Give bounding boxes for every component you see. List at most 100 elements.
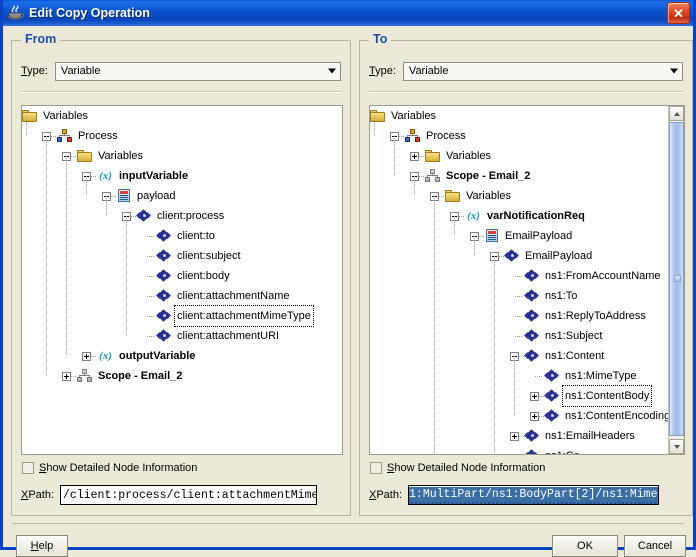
scrollbar-thumb[interactable]: [669, 122, 684, 436]
element-icon: [155, 328, 172, 342]
window-title: Edit Copy Operation: [29, 6, 150, 20]
expand-toggle-icon[interactable]: [530, 391, 539, 401]
to-tree-scrollbar[interactable]: [668, 106, 684, 454]
tree-node-label-selected: ns1:ContentBody: [561, 385, 653, 407]
tree-node[interactable]: client:process: [22, 206, 342, 226]
tree-guide-line: [494, 256, 495, 454]
to-show-detailed-checkbox-row[interactable]: Show Detailed Node Information: [370, 462, 545, 474]
tree-node[interactable]: client:attachmentURI: [22, 326, 342, 346]
tree-guide-line: [66, 156, 67, 356]
expand-toggle-icon[interactable]: [82, 351, 91, 361]
to-tree-scroll: Variables Process Variables Scope - Email_2…: [370, 106, 668, 454]
from-type-select[interactable]: Variable: [54, 61, 341, 81]
tree-node[interactable]: (x) varNotificationReq: [370, 206, 668, 226]
from-xpath-input[interactable]: /client:process/client:attachmentMimeTyp: [60, 485, 318, 505]
tree-node[interactable]: client:attachmentName: [22, 286, 342, 306]
tree-connector: [535, 375, 543, 377]
close-icon[interactable]: ✕: [667, 2, 690, 24]
tree-node-label: client:to: [177, 230, 215, 242]
help-button[interactable]: Help: [16, 535, 68, 557]
from-tree[interactable]: Variables Process Variables (x) inputVariabl…: [21, 105, 343, 455]
variable-icon: (x): [99, 170, 112, 182]
element-icon: [523, 268, 540, 282]
from-type-value: Variable: [60, 65, 101, 77]
tree-node-label: client:process: [157, 210, 225, 222]
from-show-detailed-checkbox-row[interactable]: Show Detailed Node Information: [22, 462, 197, 474]
help-button-label: Help: [30, 540, 54, 552]
tree-node[interactable]: ns1:FromAccountName: [370, 266, 668, 286]
tree-node-label: Scope - Email_2: [98, 370, 183, 382]
expand-toggle-icon[interactable]: [410, 151, 419, 161]
expand-toggle-icon[interactable]: [62, 371, 71, 381]
tree-node[interactable]: Variables: [22, 106, 342, 126]
to-tree[interactable]: Variables Process Variables Scope - Email_2…: [369, 105, 685, 455]
from-show-detailed-checkbox[interactable]: [22, 462, 34, 474]
tree-connector: [147, 295, 155, 297]
tree-node[interactable]: client:body: [22, 266, 342, 286]
to-type-select[interactable]: Variable: [402, 61, 683, 81]
element-icon: [543, 368, 560, 382]
tree-node[interactable]: Scope - Email_2: [22, 366, 342, 386]
tree-node[interactable]: Variables: [22, 146, 342, 166]
element-icon: [543, 388, 560, 402]
chevron-down-icon: [670, 68, 678, 74]
tree-node[interactable]: Process: [22, 126, 342, 146]
element-icon: [543, 408, 560, 422]
from-type-row: Type: Variable: [21, 61, 341, 81]
tree-connector: [515, 335, 523, 337]
tree-guide-line: [394, 136, 395, 176]
folder-icon: [445, 189, 461, 203]
tree-guide-line: [474, 236, 475, 256]
tree-node-label: Process: [426, 130, 466, 142]
tree-node[interactable]: (x) inputVariable: [22, 166, 342, 186]
expand-toggle-icon[interactable]: [530, 411, 539, 421]
to-xpath-input[interactable]: 1:MultiPart/ns1:BodyPart[2]/ns1:MimeType: [408, 485, 660, 505]
tree-node[interactable]: client:to: [22, 226, 342, 246]
ok-button[interactable]: OK: [552, 535, 618, 557]
tree-node-label: client:subject: [177, 250, 241, 262]
tree-node[interactable]: client:attachmentMimeType: [22, 305, 342, 327]
from-xpath-value: /client:process/client:attachmentMimeTyp: [63, 488, 318, 502]
expand-toggle-icon[interactable]: [510, 431, 519, 441]
element-icon: [503, 248, 520, 262]
tree-node[interactable]: Variables: [370, 106, 668, 126]
scroll-up-icon[interactable]: [669, 106, 684, 121]
tree-guide-line: [374, 116, 375, 136]
from-tree-scroll: Variables Process Variables (x) inputVariabl…: [22, 106, 342, 454]
tree-connector: [147, 235, 155, 237]
scroll-down-icon[interactable]: [669, 439, 684, 454]
from-panel: From Type: Variable Variables Process Vari…: [11, 32, 351, 516]
tree-node[interactable]: ns1:Cc: [370, 446, 668, 454]
tree-node[interactable]: (x) outputVariable: [22, 346, 342, 366]
tree-node[interactable]: ns1:ReplyToAddress: [370, 306, 668, 326]
tree-node[interactable]: ns1:ContentBody: [370, 385, 668, 407]
tree-node-label: ns1:FromAccountName: [545, 270, 661, 282]
tree-connector: [147, 335, 155, 337]
tree-guide-line: [86, 176, 87, 196]
tree-node[interactable]: payload: [22, 186, 342, 206]
tree-node[interactable]: EmailPayload: [370, 226, 668, 246]
tree-node-label: inputVariable: [119, 170, 189, 182]
tree-node[interactable]: Variables: [370, 146, 668, 166]
from-type-label: Type:: [21, 65, 48, 77]
tree-guide-line: [126, 216, 127, 336]
tree-connector: [515, 295, 523, 297]
element-icon: [523, 448, 540, 454]
cancel-button[interactable]: Cancel: [624, 535, 686, 557]
element-icon: [523, 348, 540, 362]
tree-node[interactable]: Process: [370, 126, 668, 146]
to-xpath-selected-text: 1:MultiPart/ns1:BodyPart[2]/ns1:Mime: [409, 486, 658, 504]
tree-node[interactable]: ns1:EmailHeaders: [370, 426, 668, 446]
to-show-detailed-label: Show Detailed Node Information: [387, 462, 546, 474]
tree-node[interactable]: ns1:Content: [370, 346, 668, 366]
tree-node[interactable]: EmailPayload: [370, 246, 668, 266]
tree-node[interactable]: client:subject: [22, 246, 342, 266]
tree-node[interactable]: ns1:To: [370, 286, 668, 306]
tree-node[interactable]: ns1:MimeType: [370, 366, 668, 386]
tree-node[interactable]: ns1:Subject: [370, 326, 668, 346]
tree-node[interactable]: ns1:ContentEncoding: [370, 406, 668, 426]
to-separator: [369, 91, 683, 93]
tree-node-label: payload: [137, 190, 176, 202]
from-separator: [21, 91, 341, 93]
to-show-detailed-checkbox[interactable]: [370, 462, 382, 474]
